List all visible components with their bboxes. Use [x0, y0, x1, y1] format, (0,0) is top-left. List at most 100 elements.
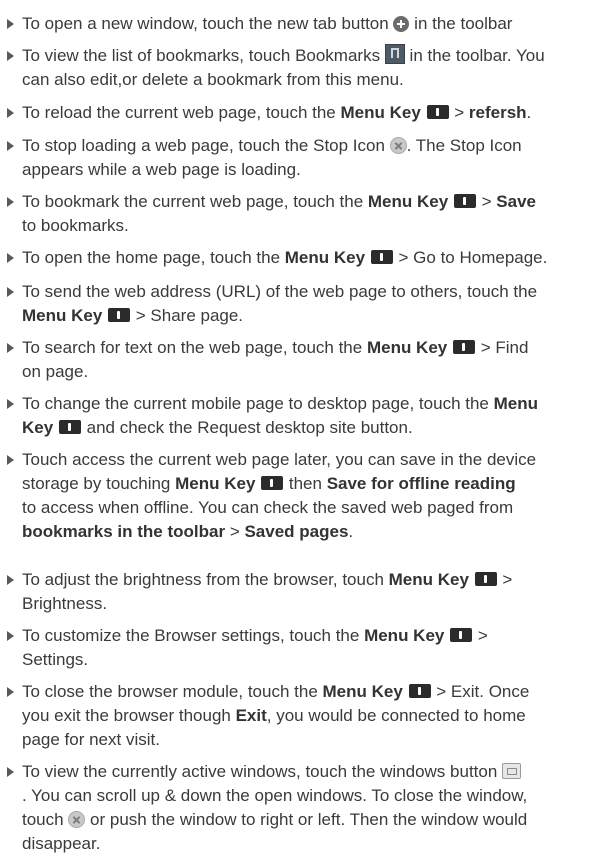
menu-key-icon	[474, 572, 497, 586]
emphasis-text: Save	[496, 192, 536, 211]
bullet-arrow-icon	[7, 51, 14, 61]
text-line: Menu Key > Share page.	[22, 304, 243, 328]
text-run	[53, 418, 58, 437]
text-line: appears while a web page is loading.	[22, 158, 301, 182]
bookmark-icon	[384, 44, 405, 64]
text-line: To close the browser module, touch the M…	[22, 680, 529, 704]
text-run	[444, 626, 449, 645]
emphasis-text: Menu Key	[367, 192, 449, 211]
text-run: and check the Request desktop site butto…	[81, 418, 413, 437]
text-run: >	[473, 626, 488, 645]
menu-key-icon	[58, 420, 81, 434]
text-run: To close the browser module, touch the	[22, 682, 323, 701]
text-line: Key and check the Request desktop site b…	[22, 416, 413, 440]
text-run: >	[497, 570, 513, 589]
text-run	[102, 306, 107, 325]
list-item: To open a new window, touch the new tab …	[0, 12, 606, 36]
text-run	[421, 103, 426, 122]
text-run: page for next visit.	[22, 730, 160, 749]
text-line: . You can scroll up & down the open wind…	[22, 784, 527, 808]
emphasis-text: Menu Key	[366, 338, 448, 357]
text-run: >	[449, 103, 469, 122]
menu-key-icon	[370, 250, 393, 264]
text-line: To change the current mobile page to des…	[22, 392, 538, 416]
text-line: To reload the current web page, touch th…	[22, 101, 531, 125]
list-item: To open the home page, touch the Menu Ke…	[0, 246, 606, 270]
text-line: on page.	[22, 360, 88, 384]
bullet-arrow-icon	[7, 197, 14, 207]
bullet-arrow-icon	[7, 687, 14, 697]
text-line: to bookmarks.	[22, 214, 129, 238]
text-run: in the toolbar	[409, 14, 513, 33]
stop-icon	[68, 811, 86, 828]
stop-icon	[389, 137, 407, 154]
emphasis-text: Menu Key	[175, 474, 256, 493]
text-line: To adjust the brightness from the browse…	[22, 568, 512, 592]
emphasis-text: Menu Key	[284, 248, 366, 267]
emphasis-text: Menu Key	[322, 682, 403, 701]
text-line: To open the home page, touch the Menu Ke…	[22, 246, 547, 270]
list-item: Touch access the current web page later,…	[0, 448, 606, 544]
text-run	[365, 248, 370, 267]
text-run: .	[348, 522, 354, 541]
text-line: you exit the browser though Exit, you wo…	[22, 704, 526, 728]
text-run: Settings.	[22, 650, 89, 669]
bullet-arrow-icon	[7, 399, 14, 409]
text-run: in the toolbar. You	[404, 46, 545, 65]
text-run: > Go to Homepage.	[393, 248, 548, 267]
text-run: Touch access the current web page later,…	[22, 450, 537, 469]
text-run: To send the web address (URL) of the web…	[22, 282, 538, 301]
emphasis-text: Exit	[235, 706, 267, 725]
list-item: To adjust the brightness from the browse…	[0, 568, 606, 616]
text-run	[255, 474, 260, 493]
text-run	[447, 338, 452, 357]
text-run	[403, 682, 408, 701]
text-run: on page.	[22, 362, 89, 381]
text-line: bookmarks in the toolbar > Saved pages.	[22, 520, 353, 544]
text-line: disappear.	[22, 832, 100, 856]
text-line: Settings.	[22, 648, 88, 672]
text-run: >	[225, 522, 245, 541]
text-run: > Exit. Once	[431, 682, 530, 701]
text-run: To bookmark the current web page, touch …	[22, 192, 368, 211]
emphasis-text: Save for offline reading	[326, 474, 516, 493]
list-item: To close the browser module, touch the M…	[0, 680, 606, 752]
menu-key-icon	[452, 340, 475, 354]
text-run: To view the list of bookmarks, touch Boo…	[22, 46, 385, 65]
text-run: > Share page.	[131, 306, 244, 325]
text-run: To customize the Browser settings, touch…	[22, 626, 365, 645]
text-run: then	[284, 474, 327, 493]
menu-key-icon	[453, 194, 476, 208]
text-run: you exit the browser though	[22, 706, 236, 725]
list-item: To view the currently active windows, to…	[0, 760, 606, 856]
bullet-arrow-icon	[7, 19, 14, 29]
emphasis-text: bookmarks in the toolbar	[22, 522, 226, 541]
list-item: To search for text on the web page, touc…	[0, 336, 606, 384]
bullet-arrow-icon	[7, 455, 14, 465]
text-line: To send the web address (URL) of the web…	[22, 280, 537, 304]
text-run: To search for text on the web page, touc…	[22, 338, 367, 357]
text-run: can also edit,or delete a bookmark from …	[22, 70, 404, 89]
text-line: To open a new window, touch the new tab …	[22, 12, 512, 36]
bullet-arrow-icon	[7, 575, 14, 585]
menu-key-icon	[261, 476, 284, 490]
text-line: To customize the Browser settings, touch…	[22, 624, 488, 648]
windows-icon	[502, 763, 522, 779]
emphasis-text: Menu Key	[388, 570, 469, 589]
bullet-arrow-icon	[7, 287, 14, 297]
text-run: , you would be connected to home	[266, 706, 526, 725]
text-run: to access when offline. You can check th…	[22, 498, 514, 517]
plus-circle-icon	[393, 16, 410, 32]
emphasis-text: Menu Key	[22, 306, 103, 325]
emphasis-text: Saved pages	[244, 522, 349, 541]
text-run: To change the current mobile page to des…	[22, 394, 494, 413]
list-item: To change the current mobile page to des…	[0, 392, 606, 440]
text-run: disappear.	[22, 834, 101, 853]
bullet-arrow-icon	[7, 141, 14, 151]
text-line: Brightness.	[22, 592, 107, 616]
text-run: To open a new window, touch the new tab …	[22, 14, 394, 33]
text-run: To stop loading a web page, touch the St…	[22, 136, 390, 155]
text-run: > Find	[475, 338, 529, 357]
text-run: .	[526, 103, 532, 122]
menu-key-icon	[426, 105, 449, 119]
